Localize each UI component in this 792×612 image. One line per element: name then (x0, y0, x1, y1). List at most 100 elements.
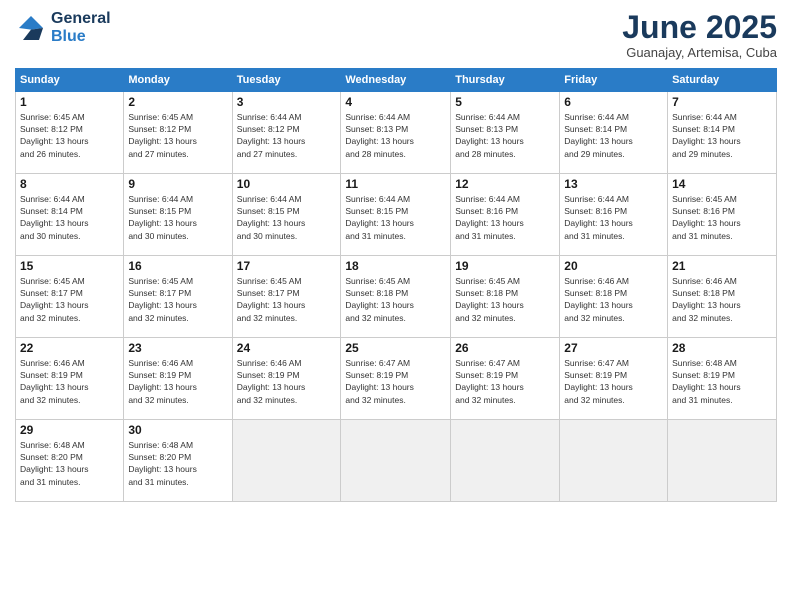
day-number: 30 (128, 423, 227, 439)
day-info: Sunrise: 6:45 AMSunset: 8:12 PMDaylight:… (20, 112, 89, 159)
day-number: 4 (345, 95, 446, 111)
calendar-cell: 8 Sunrise: 6:44 AMSunset: 8:14 PMDayligh… (16, 174, 124, 256)
day-number: 8 (20, 177, 119, 193)
col-wednesday: Wednesday (341, 69, 451, 92)
day-number: 24 (237, 341, 337, 357)
calendar-cell: 10 Sunrise: 6:44 AMSunset: 8:15 PMDaylig… (232, 174, 341, 256)
calendar-cell: 23 Sunrise: 6:46 AMSunset: 8:19 PMDaylig… (124, 338, 232, 420)
calendar-cell: 7 Sunrise: 6:44 AMSunset: 8:14 PMDayligh… (668, 92, 777, 174)
day-info: Sunrise: 6:44 AMSunset: 8:14 PMDaylight:… (20, 194, 89, 241)
day-info: Sunrise: 6:46 AMSunset: 8:19 PMDaylight:… (128, 358, 197, 405)
day-info: Sunrise: 6:45 AMSunset: 8:18 PMDaylight:… (455, 276, 524, 323)
calendar-cell: 21 Sunrise: 6:46 AMSunset: 8:18 PMDaylig… (668, 256, 777, 338)
calendar-cell: 2 Sunrise: 6:45 AMSunset: 8:12 PMDayligh… (124, 92, 232, 174)
logo-line2: Blue (51, 28, 111, 46)
day-info: Sunrise: 6:47 AMSunset: 8:19 PMDaylight:… (345, 358, 414, 405)
calendar-cell: 25 Sunrise: 6:47 AMSunset: 8:19 PMDaylig… (341, 338, 451, 420)
header-row: Sunday Monday Tuesday Wednesday Thursday… (16, 69, 777, 92)
day-number: 10 (237, 177, 337, 193)
col-thursday: Thursday (451, 69, 560, 92)
calendar-cell: 12 Sunrise: 6:44 AMSunset: 8:16 PMDaylig… (451, 174, 560, 256)
col-saturday: Saturday (668, 69, 777, 92)
day-info: Sunrise: 6:46 AMSunset: 8:19 PMDaylight:… (20, 358, 89, 405)
day-number: 12 (455, 177, 555, 193)
day-info: Sunrise: 6:45 AMSunset: 8:18 PMDaylight:… (345, 276, 414, 323)
header: General Blue June 2025 Guanajay, Artemis… (15, 10, 777, 60)
calendar-cell: 26 Sunrise: 6:47 AMSunset: 8:19 PMDaylig… (451, 338, 560, 420)
calendar-cell: 11 Sunrise: 6:44 AMSunset: 8:15 PMDaylig… (341, 174, 451, 256)
location-subtitle: Guanajay, Artemisa, Cuba (622, 45, 777, 60)
calendar-cell: 5 Sunrise: 6:44 AMSunset: 8:13 PMDayligh… (451, 92, 560, 174)
day-number: 29 (20, 423, 119, 439)
day-info: Sunrise: 6:44 AMSunset: 8:14 PMDaylight:… (672, 112, 741, 159)
calendar-cell: 9 Sunrise: 6:44 AMSunset: 8:15 PMDayligh… (124, 174, 232, 256)
calendar-cell (451, 420, 560, 502)
calendar-cell: 22 Sunrise: 6:46 AMSunset: 8:19 PMDaylig… (16, 338, 124, 420)
day-number: 13 (564, 177, 663, 193)
calendar-cell: 16 Sunrise: 6:45 AMSunset: 8:17 PMDaylig… (124, 256, 232, 338)
title-area: June 2025 Guanajay, Artemisa, Cuba (622, 10, 777, 60)
day-number: 14 (672, 177, 772, 193)
day-info: Sunrise: 6:44 AMSunset: 8:16 PMDaylight:… (455, 194, 524, 241)
calendar-cell: 28 Sunrise: 6:48 AMSunset: 8:19 PMDaylig… (668, 338, 777, 420)
col-monday: Monday (124, 69, 232, 92)
calendar-cell: 15 Sunrise: 6:45 AMSunset: 8:17 PMDaylig… (16, 256, 124, 338)
day-number: 21 (672, 259, 772, 275)
calendar-cell: 30 Sunrise: 6:48 AMSunset: 8:20 PMDaylig… (124, 420, 232, 502)
day-number: 20 (564, 259, 663, 275)
day-info: Sunrise: 6:44 AMSunset: 8:13 PMDaylight:… (345, 112, 414, 159)
calendar-cell: 1 Sunrise: 6:45 AMSunset: 8:12 PMDayligh… (16, 92, 124, 174)
day-number: 19 (455, 259, 555, 275)
day-number: 22 (20, 341, 119, 357)
day-number: 17 (237, 259, 337, 275)
calendar-cell: 18 Sunrise: 6:45 AMSunset: 8:18 PMDaylig… (341, 256, 451, 338)
col-friday: Friday (560, 69, 668, 92)
day-info: Sunrise: 6:45 AMSunset: 8:17 PMDaylight:… (237, 276, 306, 323)
calendar-cell: 20 Sunrise: 6:46 AMSunset: 8:18 PMDaylig… (560, 256, 668, 338)
calendar-cell: 13 Sunrise: 6:44 AMSunset: 8:16 PMDaylig… (560, 174, 668, 256)
calendar-cell (560, 420, 668, 502)
day-info: Sunrise: 6:45 AMSunset: 8:17 PMDaylight:… (128, 276, 197, 323)
day-number: 11 (345, 177, 446, 193)
calendar-week-row: 15 Sunrise: 6:45 AMSunset: 8:17 PMDaylig… (16, 256, 777, 338)
logo-line1: General (51, 10, 111, 28)
day-info: Sunrise: 6:45 AMSunset: 8:12 PMDaylight:… (128, 112, 197, 159)
day-info: Sunrise: 6:45 AMSunset: 8:16 PMDaylight:… (672, 194, 741, 241)
day-info: Sunrise: 6:47 AMSunset: 8:19 PMDaylight:… (455, 358, 524, 405)
calendar-week-row: 29 Sunrise: 6:48 AMSunset: 8:20 PMDaylig… (16, 420, 777, 502)
day-info: Sunrise: 6:44 AMSunset: 8:16 PMDaylight:… (564, 194, 633, 241)
day-info: Sunrise: 6:44 AMSunset: 8:15 PMDaylight:… (237, 194, 306, 241)
logo: General Blue (15, 10, 111, 46)
calendar-table: Sunday Monday Tuesday Wednesday Thursday… (15, 68, 777, 502)
day-info: Sunrise: 6:44 AMSunset: 8:13 PMDaylight:… (455, 112, 524, 159)
day-number: 7 (672, 95, 772, 111)
col-sunday: Sunday (16, 69, 124, 92)
day-info: Sunrise: 6:46 AMSunset: 8:18 PMDaylight:… (672, 276, 741, 323)
calendar-week-row: 8 Sunrise: 6:44 AMSunset: 8:14 PMDayligh… (16, 174, 777, 256)
day-number: 23 (128, 341, 227, 357)
calendar-cell: 24 Sunrise: 6:46 AMSunset: 8:19 PMDaylig… (232, 338, 341, 420)
day-number: 16 (128, 259, 227, 275)
col-tuesday: Tuesday (232, 69, 341, 92)
page: General Blue June 2025 Guanajay, Artemis… (0, 0, 792, 612)
calendar-cell: 3 Sunrise: 6:44 AMSunset: 8:12 PMDayligh… (232, 92, 341, 174)
day-info: Sunrise: 6:44 AMSunset: 8:15 PMDaylight:… (128, 194, 197, 241)
day-info: Sunrise: 6:46 AMSunset: 8:19 PMDaylight:… (237, 358, 306, 405)
calendar-cell (341, 420, 451, 502)
calendar-cell: 4 Sunrise: 6:44 AMSunset: 8:13 PMDayligh… (341, 92, 451, 174)
day-info: Sunrise: 6:47 AMSunset: 8:19 PMDaylight:… (564, 358, 633, 405)
day-info: Sunrise: 6:45 AMSunset: 8:17 PMDaylight:… (20, 276, 89, 323)
day-number: 26 (455, 341, 555, 357)
month-title: June 2025 (622, 10, 777, 45)
logo-text: General Blue (51, 10, 111, 46)
logo-icon (15, 12, 47, 44)
day-number: 5 (455, 95, 555, 111)
calendar-week-row: 22 Sunrise: 6:46 AMSunset: 8:19 PMDaylig… (16, 338, 777, 420)
day-info: Sunrise: 6:48 AMSunset: 8:20 PMDaylight:… (20, 440, 89, 487)
day-number: 2 (128, 95, 227, 111)
calendar-body: 1 Sunrise: 6:45 AMSunset: 8:12 PMDayligh… (16, 92, 777, 502)
day-number: 25 (345, 341, 446, 357)
calendar-cell: 27 Sunrise: 6:47 AMSunset: 8:19 PMDaylig… (560, 338, 668, 420)
day-number: 27 (564, 341, 663, 357)
calendar-cell (668, 420, 777, 502)
